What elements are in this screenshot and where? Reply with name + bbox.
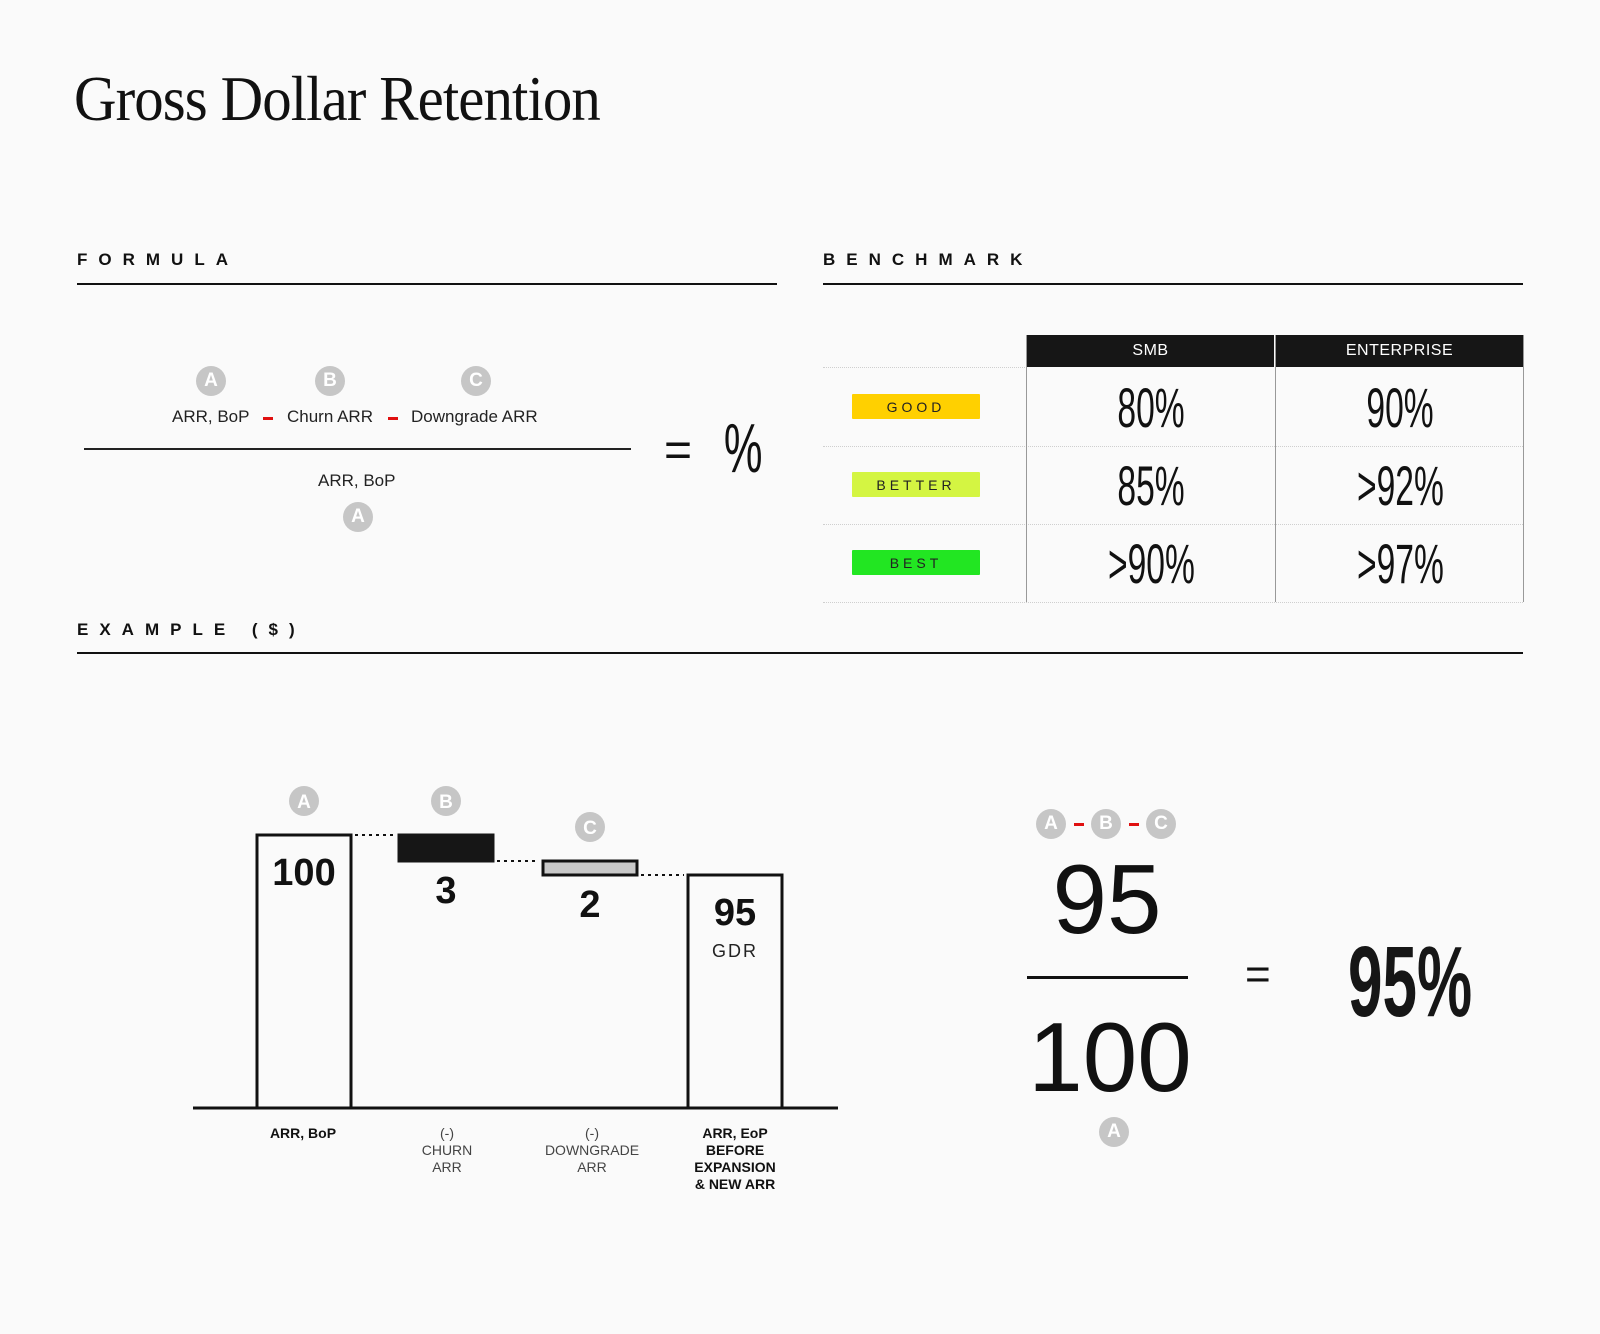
badge-text-0: A (297, 792, 311, 813)
bar-1 (397, 833, 495, 863)
example-equals-sign: = (1245, 950, 1271, 999)
example-numerator: 95 (1052, 844, 1162, 954)
category-label-churn: (-) CHURN ARR (421, 1125, 473, 1175)
minus-sign (1074, 823, 1084, 826)
value-label-1: 3 (435, 870, 456, 912)
badge-b: B (1091, 809, 1121, 839)
gdr-sublabel: GDR (712, 941, 758, 961)
category-label-arr-bop: ARR, BoP (269, 1125, 337, 1141)
bar-2 (541, 859, 639, 877)
badge-a: A (1036, 809, 1066, 839)
badge-c: C (1146, 809, 1176, 839)
example-denominator: 100 (1028, 1002, 1192, 1112)
value-label-3: 95 (714, 892, 756, 934)
badge-text-1: B (439, 792, 453, 813)
badge-text-2: C (583, 818, 597, 839)
value-label-2: 2 (579, 884, 600, 926)
category-label-downgrade: (-) DOWNGRADE ARR (544, 1125, 640, 1175)
example-result: 95% (1348, 926, 1473, 1038)
category-label-arr-eop: ARR, EoP BEFORE EXPANSION & NEW ARR (694, 1125, 776, 1192)
badge-a-denominator: A (1099, 1117, 1129, 1147)
value-label-0: 100 (272, 852, 335, 894)
minus-sign (1129, 823, 1139, 826)
example-fraction-bar (1027, 976, 1188, 979)
